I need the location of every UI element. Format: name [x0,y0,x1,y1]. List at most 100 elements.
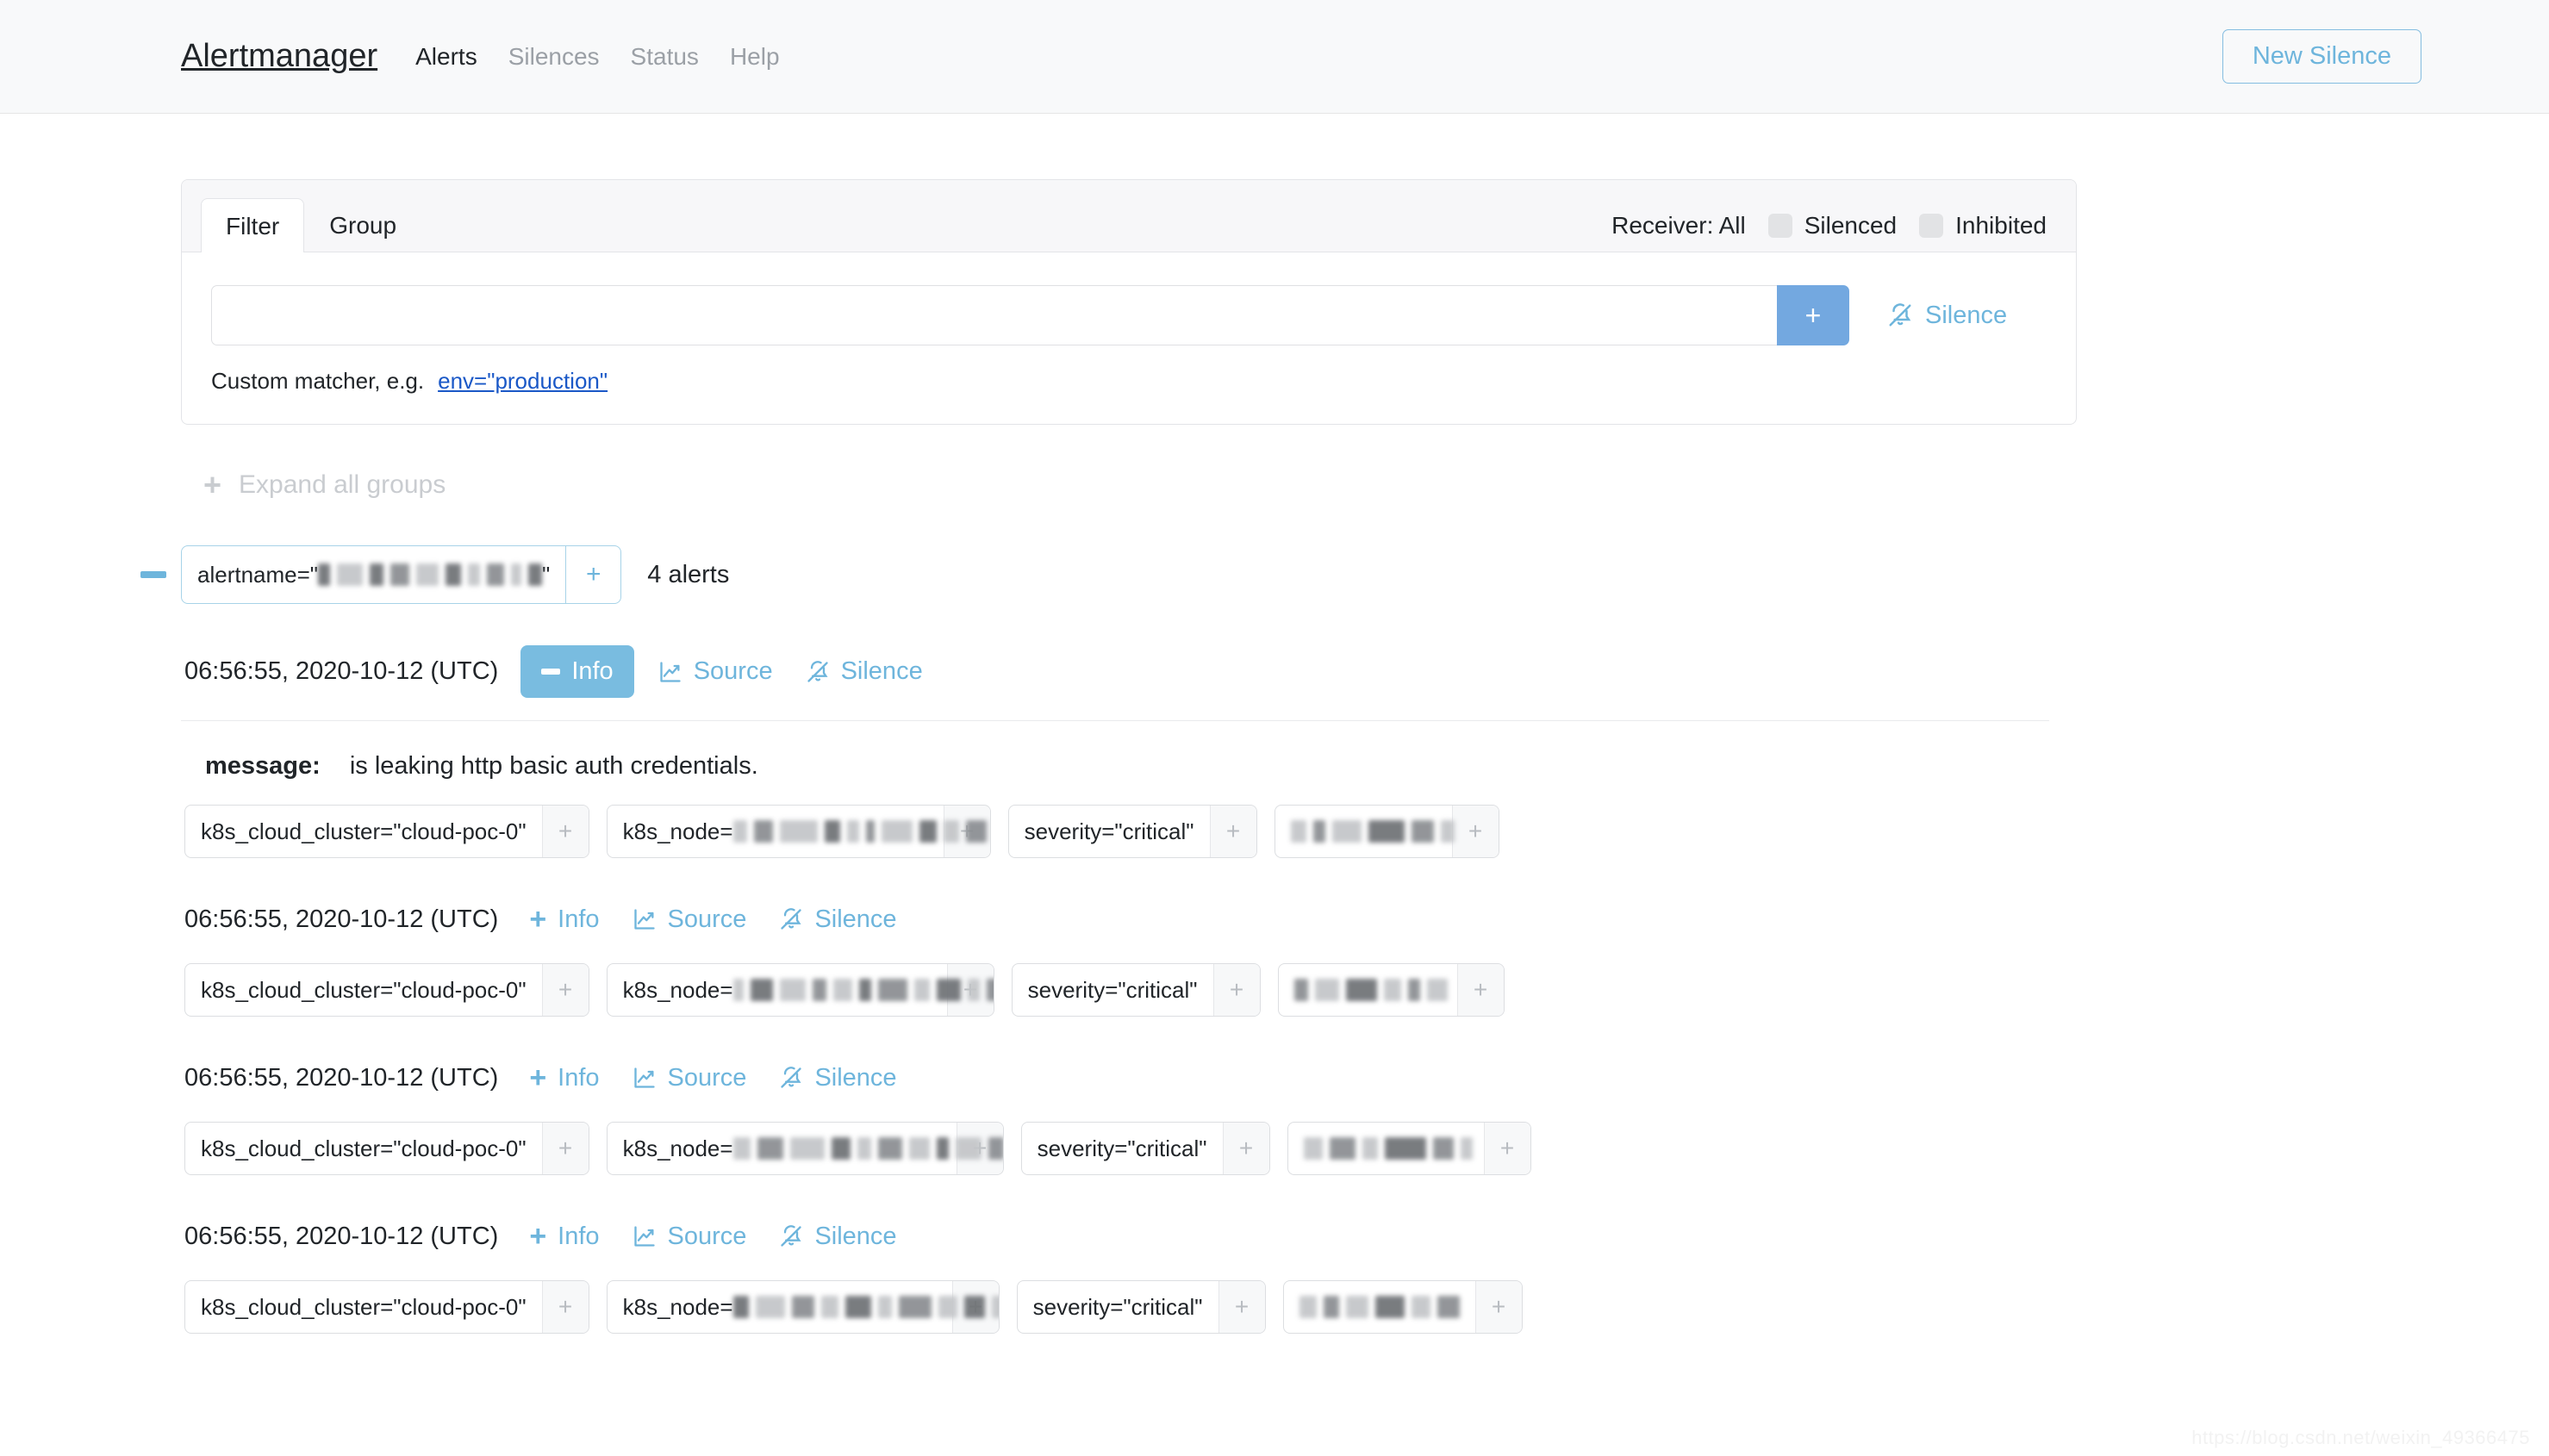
alert-item: 06:56:55, 2020-10-12 (UTC) + Info Source… [181,1216,2077,1334]
add-matcher-button[interactable]: + [1777,285,1849,345]
alert-header: 06:56:55, 2020-10-12 (UTC) + Info Source… [181,1216,2077,1256]
alert-header: 06:56:55, 2020-10-12 (UTC) + Info Source… [181,1058,2077,1098]
matcher-hint-example[interactable]: env="production" [438,368,608,395]
label-chip-text[interactable]: k8s_node= [608,806,987,857]
brand-alertmanager[interactable]: Alertmanager [181,38,377,75]
chart-line-icon [633,1226,655,1247]
label-chip-add-button[interactable]: + [1222,1123,1269,1174]
alert-silence-link[interactable]: Silence [797,652,932,691]
alert-silence-link[interactable]: Silence [770,1059,905,1098]
plus-icon: + [529,1220,547,1253]
label-chip-text[interactable]: severity="critical" [1009,806,1210,857]
checkbox-inhibited-label: Inhibited [1955,212,2047,239]
nav-links: Alerts Silences Status Help [415,43,779,71]
group-matcher-chip: alertname=" " + [181,545,622,604]
alert-silence-link[interactable]: Silence [770,900,905,939]
label-chip-text[interactable]: k8s_node= [608,1281,999,1333]
alert-info-label: Info [558,1222,600,1250]
group-matcher-prefix: alertname=" [197,561,319,588]
redacted-value [732,1137,1003,1160]
label-chip-add-button[interactable]: + [1456,964,1504,1016]
nav-link-help[interactable]: Help [730,43,780,71]
alert-source-link[interactable]: Source [624,1059,756,1098]
label-chip-text[interactable]: k8s_cloud_cluster="cloud-poc-0" [185,964,542,1016]
redacted-value [1303,1137,1473,1160]
alert-header: 06:56:55, 2020-10-12 (UTC) + Info Source… [181,899,2077,939]
plus-icon: + [203,467,222,502]
redacted-value [1293,979,1448,1001]
checkbox-silenced-box[interactable] [1767,214,1792,238]
alert-labels: k8s_cloud_cluster="cloud-poc-0" + k8s_no… [181,1122,2077,1175]
label-chip-key: k8s_node= [622,1293,733,1320]
bell-slash-icon [781,1067,802,1088]
filter-card-body: + Silence Custom matcher, e.g. env="prod… [182,252,2076,424]
label-chip-text[interactable] [1288,1123,1484,1174]
group-matcher-text[interactable]: alertname=" " [182,546,565,603]
expand-all-groups-button[interactable]: + Expand all groups [181,470,2077,501]
label-chip-add-button[interactable]: + [1483,1123,1530,1174]
label-chip-text[interactable] [1279,964,1457,1016]
label-chip-text[interactable]: k8s_cloud_cluster="cloud-poc-0" [185,1123,542,1174]
tab-group[interactable]: Group [304,197,421,252]
checkbox-silenced-label: Silenced [1804,212,1898,239]
label-chip: k8s_cloud_cluster="cloud-poc-0" + [184,1280,589,1334]
checkbox-inhibited-box[interactable] [1919,214,1944,238]
alert-source-link[interactable]: Source [650,652,782,691]
alert-item: 06:56:55, 2020-10-12 (UTC) + Info Source… [181,1058,2077,1175]
silence-filter-link[interactable]: Silence [1887,285,2007,345]
label-chip-text[interactable]: k8s_node= [608,1123,1003,1174]
alert-silence-label: Silence [814,1063,897,1092]
label-chip: + [1287,1122,1531,1175]
nav-link-alerts[interactable]: Alerts [415,43,477,71]
label-chip-key: k8s_node= [622,1135,733,1161]
nav-link-silences[interactable]: Silences [508,43,600,71]
label-chip-text[interactable]: k8s_cloud_cluster="cloud-poc-0" [185,1281,542,1333]
alert-info-toggle[interactable]: + Info [520,1058,608,1098]
label-chip-text[interactable]: severity="critical" [1022,1123,1223,1174]
label-chip: k8s_cloud_cluster="cloud-poc-0" + [184,1122,589,1175]
label-chip-add-button[interactable]: + [541,1281,589,1333]
label-chip-text[interactable]: severity="critical" [1013,964,1213,1016]
alert-info-toggle[interactable]: + Info [520,899,608,939]
nav-link-status[interactable]: Status [631,43,699,71]
alert-source-label: Source [667,905,747,933]
label-chip-add-button[interactable]: + [1474,1281,1522,1333]
label-chip-add-button[interactable]: + [541,806,589,857]
label-chip-text[interactable] [1275,806,1455,857]
label-chip-text[interactable]: k8s_cloud_cluster="cloud-poc-0" [185,806,542,857]
tab-filter[interactable]: Filter [201,198,305,252]
alert-info-label: Info [558,905,600,933]
filter-tabs: Filter Group [201,180,421,252]
group-matcher-add-button[interactable]: + [565,546,620,603]
minus-icon [541,669,561,675]
new-silence-button[interactable]: New Silence [2222,29,2421,84]
label-chip-add-button[interactable]: + [1212,964,1260,1016]
alert-silence-link[interactable]: Silence [770,1217,905,1256]
matcher-input-row: + Silence [211,285,2047,345]
label-chip-add-button[interactable]: + [1451,806,1499,857]
chart-line-icon [660,661,681,682]
label-chip-text[interactable]: k8s_node= [608,964,994,1016]
receiver-label[interactable]: Receiver: All [1611,212,1746,240]
label-chip: k8s_node= + [606,805,991,858]
alert-annotation-message: message: is leaking http basic auth cred… [181,752,2077,781]
alert-source-link[interactable]: Source [624,900,756,939]
label-chip: + [1282,1280,1523,1334]
chart-line-icon [633,909,655,930]
label-chip-add-button[interactable]: + [1209,806,1256,857]
label-chip-add-button[interactable]: + [541,1123,589,1174]
alert-divider [181,720,2049,721]
label-chip-text[interactable]: severity="critical" [1018,1281,1218,1333]
alert-info-toggle[interactable]: Info [520,645,634,698]
checkbox-silenced[interactable]: Silenced [1767,212,1898,240]
alert-timestamp: 06:56:55, 2020-10-12 (UTC) [184,905,499,933]
label-chip-text[interactable] [1284,1281,1475,1333]
matcher-input[interactable] [211,285,1777,345]
matcher-hint: Custom matcher, e.g. env="production" [211,368,2047,395]
label-chip-add-button[interactable]: + [1218,1281,1265,1333]
alert-source-link[interactable]: Source [624,1217,756,1256]
label-chip-add-button[interactable]: + [541,964,589,1016]
checkbox-inhibited[interactable]: Inhibited [1919,212,2047,240]
group-collapse-toggle[interactable] [131,571,176,578]
alert-info-toggle[interactable]: + Info [520,1216,608,1256]
